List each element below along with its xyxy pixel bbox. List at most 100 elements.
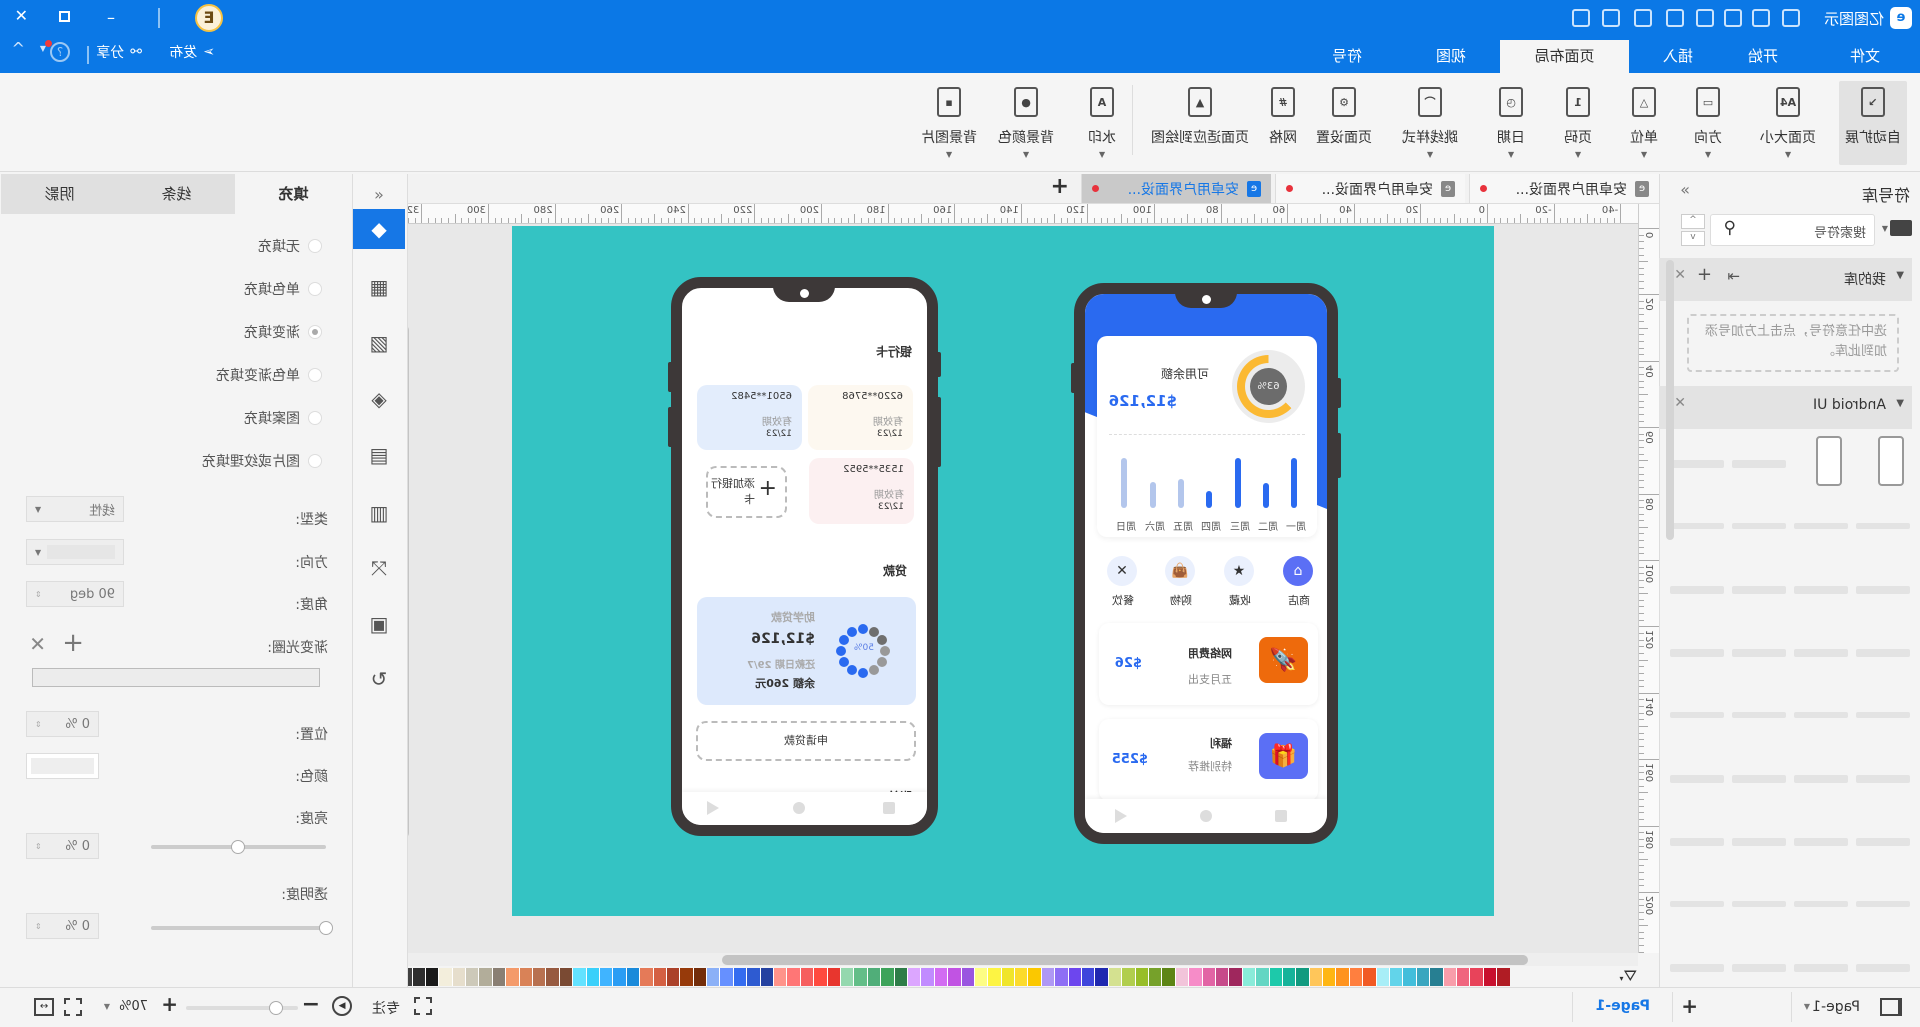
document-tab[interactable]: e 安卓用户界面设...	[1081, 174, 1271, 203]
drawing-canvas[interactable]: 63% 可用余额 $12,126 周一 周二 周三 周四 周五 周六 周日 ⌂ 商店 ★ 收藏 👜 购…	[408, 224, 1638, 953]
color-swatch[interactable]	[625, 968, 640, 986]
android-symbol-thumbnail[interactable]	[1794, 523, 1848, 529]
ribbon-page-size-button[interactable]: A4 页面大小 ▼	[1754, 81, 1822, 165]
publish-button[interactable]: ➢ 发布	[169, 42, 215, 62]
color-swatch[interactable]	[1469, 968, 1483, 986]
android-symbol-thumbnail[interactable]	[1794, 586, 1848, 594]
slider-thumb[interactable]	[231, 840, 246, 854]
color-swatch[interactable]	[665, 968, 680, 986]
save-icon[interactable]	[1666, 9, 1684, 27]
new-tab-button[interactable]: +	[1051, 174, 1069, 199]
color-swatch[interactable]	[1188, 968, 1202, 986]
ribbon-background-image-button[interactable]: ▪ 背景图片 ▼	[915, 81, 983, 165]
user-avatar[interactable]: E	[195, 4, 223, 32]
close-icon[interactable]: ✕	[1674, 267, 1686, 283]
android-symbol-thumbnail[interactable]	[1732, 460, 1786, 468]
color-swatch[interactable]	[1027, 968, 1041, 986]
shopping-bag-icon[interactable]: 👜	[1165, 556, 1195, 586]
property-tab[interactable]: 填充	[235, 174, 352, 214]
android-symbol-thumbnail[interactable]	[1856, 964, 1910, 972]
color-swatch[interactable]	[893, 968, 907, 986]
color-swatch[interactable]	[773, 968, 787, 986]
close-icon[interactable]: ✕	[1674, 395, 1686, 411]
color-swatch[interactable]	[947, 968, 961, 986]
android-symbol-thumbnail[interactable]	[1670, 838, 1724, 846]
color-swatch[interactable]	[558, 968, 573, 986]
android-symbol-thumbnail[interactable]	[1856, 649, 1910, 657]
menu-tab[interactable]: 页面布局	[1500, 40, 1629, 73]
color-swatch[interactable]	[692, 968, 707, 986]
add-card-button[interactable]: + 添加银行卡	[706, 466, 787, 518]
radio-button[interactable]	[308, 411, 322, 425]
scroll-up-button[interactable]: ^	[1681, 214, 1705, 229]
fill-option[interactable]: 单色渐变填充	[216, 365, 322, 385]
fullscreen-icon[interactable]	[64, 998, 82, 1016]
color-swatch[interactable]	[866, 968, 881, 986]
brightness-spinner[interactable]: 0 % ⇕	[26, 833, 99, 859]
color-swatch[interactable]	[1148, 968, 1162, 986]
new-icon[interactable]	[1724, 9, 1742, 27]
redo-icon[interactable]	[1782, 9, 1800, 27]
transaction-item[interactable]: 🎁 福利 特别推荐 $255	[1099, 719, 1318, 801]
star-icon[interactable]: ★	[1224, 556, 1254, 586]
ribbon-fit-to-drawing-button[interactable]: ▲ 页面适应到绘图	[1145, 81, 1255, 165]
property-tab[interactable]: 阴影	[1, 174, 118, 214]
restore-icon[interactable]	[59, 11, 70, 22]
page-tab-active[interactable]: Page-1	[1596, 998, 1650, 1014]
color-swatch[interactable]	[652, 968, 666, 986]
color-swatch[interactable]	[1415, 968, 1430, 986]
ribbon-date-button[interactable]: ◷ 日期 ▼	[1491, 81, 1531, 165]
help-icon[interactable]: ?	[50, 42, 70, 62]
color-swatch[interactable]	[438, 968, 452, 986]
color-swatch[interactable]	[1241, 968, 1256, 986]
home-icon[interactable]	[793, 802, 805, 814]
fill-option[interactable]: 单色填充	[244, 279, 322, 299]
color-swatch[interactable]	[545, 968, 559, 986]
android-symbol-thumbnail[interactable]	[1878, 436, 1904, 486]
zoom-out-button[interactable]: −	[302, 992, 320, 1017]
menu-tab[interactable]: 视图	[1396, 40, 1506, 73]
android-symbol-thumbnail[interactable]	[1670, 523, 1724, 529]
android-symbol-thumbnail[interactable]	[1816, 436, 1842, 486]
color-swatch[interactable]	[1308, 968, 1323, 986]
fill-option[interactable]: 渐变填充	[244, 322, 322, 342]
search-icon[interactable]: ⚲	[1724, 218, 1736, 238]
android-symbol-thumbnail[interactable]	[1670, 964, 1724, 972]
more-icon[interactable]	[1572, 9, 1590, 27]
color-swatch[interactable]	[1322, 968, 1336, 986]
color-swatch[interactable]	[679, 968, 693, 986]
ribbon-orientation-button[interactable]: ▭ 方向 ▼	[1688, 81, 1728, 165]
bank-card[interactable]: 6501**5482 有效期 12/23	[697, 385, 802, 450]
color-swatch[interactable]	[732, 968, 747, 986]
color-swatch[interactable]	[478, 968, 492, 986]
color-swatch[interactable]	[960, 968, 974, 986]
color-swatch[interactable]	[746, 968, 760, 986]
android-symbol-thumbnail[interactable]	[1856, 712, 1910, 718]
color-swatch[interactable]	[1228, 968, 1242, 986]
color-swatch[interactable]	[639, 968, 653, 986]
color-swatch[interactable]	[1281, 968, 1296, 986]
color-picker[interactable]	[26, 753, 99, 779]
radio-button[interactable]	[308, 325, 322, 339]
android-symbol-thumbnail[interactable]	[1856, 901, 1910, 907]
focus-mode-label[interactable]: 专注	[372, 998, 400, 1018]
color-swatch[interactable]	[491, 968, 506, 986]
color-swatch[interactable]	[987, 968, 1001, 986]
home-icon[interactable]	[1200, 810, 1212, 822]
android-symbol-thumbnail[interactable]	[1794, 964, 1848, 972]
radio-button[interactable]	[308, 368, 322, 382]
android-symbol-thumbnail[interactable]	[1670, 775, 1724, 783]
fill-icon[interactable]: ◆	[353, 209, 405, 249]
color-swatch[interactable]	[1348, 968, 1363, 986]
fit-page-icon[interactable]: ↔	[34, 998, 54, 1016]
color-swatch[interactable]	[1134, 968, 1148, 986]
recent-apps-icon[interactable]	[883, 802, 895, 814]
minimize-icon[interactable]: –	[107, 8, 115, 27]
color-swatch[interactable]	[518, 968, 533, 986]
print-icon[interactable]	[1634, 9, 1652, 27]
android-symbol-thumbnail[interactable]	[1732, 775, 1786, 783]
page-selector[interactable]: Page-1	[1812, 999, 1860, 1015]
history-icon[interactable]: ↻	[365, 665, 393, 693]
color-swatch[interactable]	[1362, 968, 1376, 986]
android-symbol-thumbnail[interactable]	[1732, 712, 1786, 718]
